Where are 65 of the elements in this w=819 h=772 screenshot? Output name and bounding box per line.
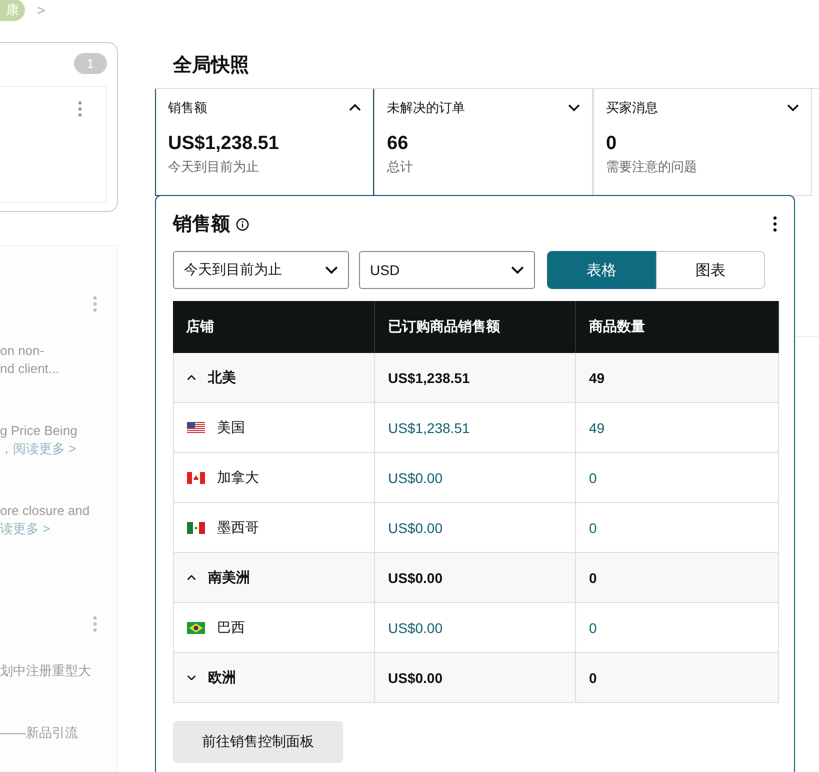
card-label: 买家消息 <box>606 99 658 117</box>
column-header: 已订购商品销售额 <box>375 301 576 353</box>
sales-cell[interactable]: US$0.00 <box>375 603 576 653</box>
view-tab[interactable]: 表格 <box>547 251 656 289</box>
units-cell: 0 <box>576 553 779 603</box>
sales-cell[interactable]: US$0.00 <box>375 503 576 553</box>
flag-icon <box>187 422 205 434</box>
view-tab[interactable]: 图表 <box>656 251 765 289</box>
store-name: 墨西哥 <box>217 518 259 536</box>
region-cell[interactable]: 南美洲 <box>173 553 375 603</box>
news-text: ——新品引流 <box>0 724 79 742</box>
card-caption: 今天到目前为止 <box>168 158 260 176</box>
breadcrumb-separator: > <box>37 2 46 18</box>
card-value: 0 <box>606 133 618 155</box>
column-header: 商品数量 <box>576 301 779 353</box>
units-cell: 49 <box>576 353 779 403</box>
caret-icon <box>568 104 580 112</box>
card-label: 未解决的订单 <box>387 99 465 117</box>
region-cell[interactable]: 欧洲 <box>173 653 375 703</box>
card-label: 销售额 <box>168 99 207 117</box>
panel-title: 销售额 <box>173 212 230 237</box>
more-icon[interactable] <box>773 216 777 232</box>
news-text: on non- <box>0 342 46 360</box>
column-header: 店铺 <box>173 301 375 353</box>
section-title: 全局快照 <box>173 54 250 78</box>
caret-icon <box>349 104 361 112</box>
sales-cell[interactable]: US$1,238.51 <box>375 403 576 453</box>
region-name: 北美 <box>208 368 236 386</box>
news-text: g Price Being <box>0 422 78 440</box>
caret-icon <box>325 266 338 274</box>
region-cell[interactable]: 北美 <box>173 353 375 403</box>
caret-icon <box>187 674 196 680</box>
flag-icon <box>187 472 205 484</box>
store-name: 加拿大 <box>217 468 259 486</box>
caret-icon <box>511 266 524 274</box>
dropdown[interactable]: USD <box>359 251 535 289</box>
sales-cell: US$0.00 <box>375 553 576 603</box>
card-value: 66 <box>387 133 410 155</box>
units-cell[interactable]: 49 <box>576 403 779 453</box>
flag-icon <box>187 622 205 634</box>
status-tag: 康 <box>0 0 25 21</box>
sales-cell: US$0.00 <box>375 653 576 703</box>
units-cell[interactable]: 0 <box>576 453 779 503</box>
flag-icon <box>187 522 205 534</box>
store-name: 美国 <box>217 418 245 436</box>
card-caption: 总计 <box>387 158 414 176</box>
dropdown[interactable]: 今天到目前为止 <box>173 251 349 289</box>
region-name: 南美洲 <box>208 568 250 586</box>
news-text: ore closure and <box>0 502 91 520</box>
caret-icon <box>187 374 196 380</box>
units-cell: 0 <box>576 653 779 703</box>
store-name: 巴西 <box>217 618 245 636</box>
units-cell[interactable]: 0 <box>576 503 779 553</box>
sales-cell: US$1,238.51 <box>375 353 576 403</box>
caret-icon <box>187 574 196 580</box>
card-caption: 需要注意的问题 <box>606 158 698 176</box>
news-text: 划中注册重型大 <box>0 662 92 680</box>
units-cell[interactable]: 0 <box>576 603 779 653</box>
region-name: 欧洲 <box>208 668 236 686</box>
sales-cell[interactable]: US$0.00 <box>375 453 576 503</box>
info-icon[interactable] <box>236 218 249 230</box>
card-value: US$1,238.51 <box>168 133 280 155</box>
caret-icon <box>787 104 799 112</box>
dashboard-button[interactable]: 前往销售控制面板 <box>173 721 343 763</box>
news-text: nd client... <box>0 360 60 378</box>
